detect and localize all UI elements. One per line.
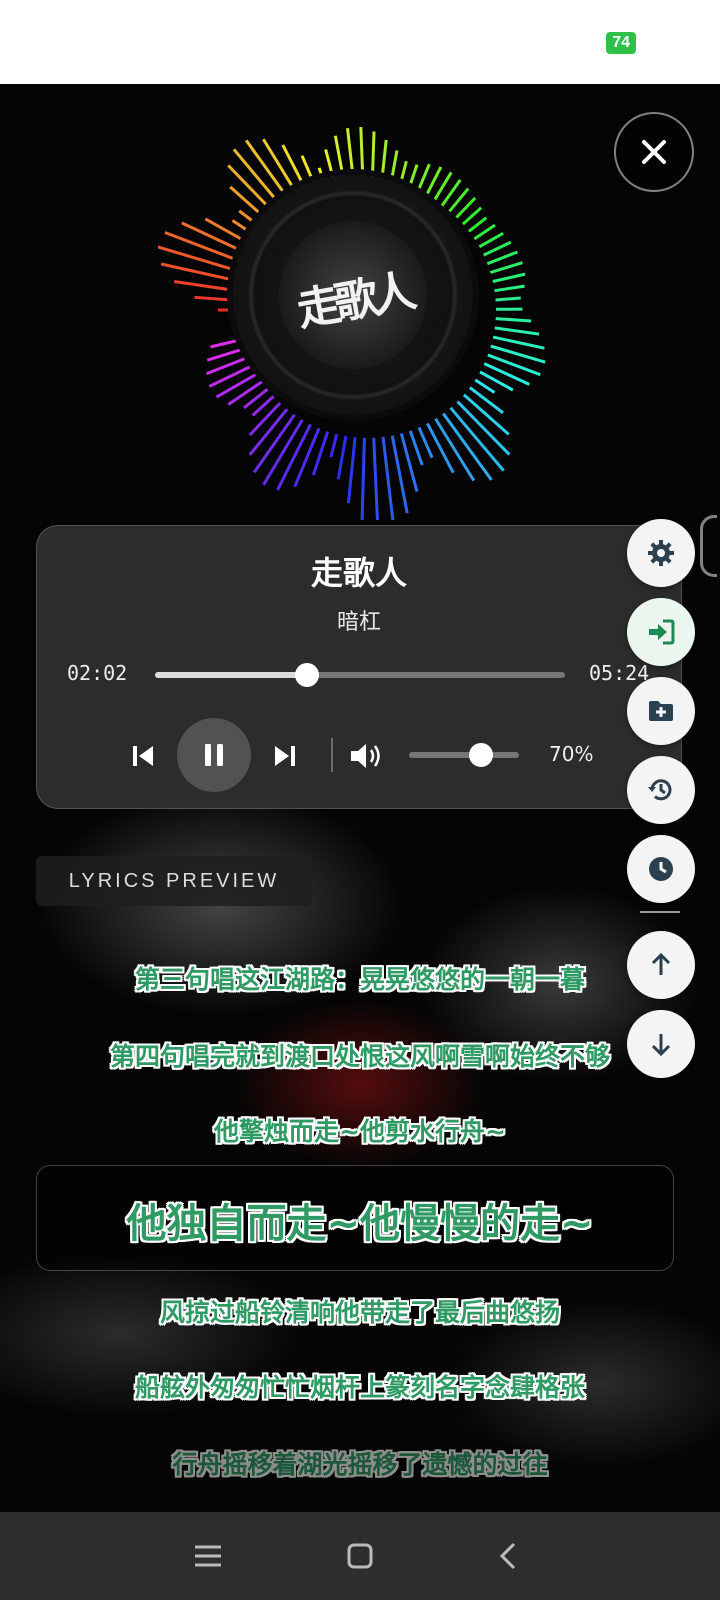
visualizer-bar xyxy=(417,426,434,459)
visualizer-bar xyxy=(486,250,519,266)
visualizer-bar xyxy=(408,430,424,466)
visualizer-bar xyxy=(489,261,523,274)
player-card: 走歌人 暗杠 02:02 05:24 70% xyxy=(36,525,682,809)
visualizer-bar xyxy=(360,437,366,520)
add-folder-button[interactable] xyxy=(627,677,695,745)
lyric-line[interactable]: 他擎烛而走~他剪水行舟~ xyxy=(0,1112,720,1148)
edge-handle[interactable] xyxy=(700,515,717,577)
visualizer-bar xyxy=(372,437,379,520)
song-title: 走歌人 xyxy=(310,554,407,592)
visualizer-bar xyxy=(210,337,244,349)
progress-knob[interactable] xyxy=(294,663,319,687)
volume-knob[interactable] xyxy=(468,743,493,767)
volume-slider[interactable] xyxy=(409,743,519,767)
lyrics-preview-tag: LYRICS PREVIEW xyxy=(36,856,312,906)
visualizer-bar xyxy=(468,216,488,233)
visualizer-bar xyxy=(494,284,525,293)
pause-icon xyxy=(205,744,223,766)
visualizer-bar xyxy=(492,272,526,283)
previous-button[interactable] xyxy=(123,736,163,776)
total-time: 05:24 xyxy=(589,661,650,685)
visualizer-bar xyxy=(160,262,244,284)
nav-back-button[interactable] xyxy=(486,1534,530,1578)
status-bar: 74 xyxy=(0,0,720,84)
visualizer-bar xyxy=(492,335,545,350)
progress-bar[interactable] xyxy=(155,663,565,687)
album-art-text: 走歌人 xyxy=(293,266,415,337)
visualizer-bar xyxy=(473,223,496,241)
volume-icon xyxy=(351,744,380,768)
visualizer-bar xyxy=(389,150,399,185)
visualizer-bar xyxy=(495,317,532,323)
lyric-line[interactable]: 风掠过船铃清响他带走了最后曲悠扬 xyxy=(0,1293,720,1329)
visualizer-bar xyxy=(474,378,496,394)
visualizer-bar xyxy=(381,436,395,520)
visualizer-bar xyxy=(158,245,246,275)
skip-next-icon xyxy=(275,746,295,766)
settings-button[interactable] xyxy=(627,519,695,587)
visualizer-bar xyxy=(227,380,263,406)
skip-previous-icon xyxy=(133,746,153,766)
visualizer-bar xyxy=(370,131,376,183)
lyric-line-active[interactable]: 他独自而走~他慢慢的走~ xyxy=(0,1191,720,1249)
nav-menu-button[interactable] xyxy=(186,1534,230,1578)
volume-percent: 70% xyxy=(549,742,594,766)
visualizer-bar xyxy=(346,437,357,504)
visualizer-bar xyxy=(248,401,282,437)
pause-button[interactable] xyxy=(177,718,251,792)
visualizer-bar xyxy=(215,372,258,399)
home-square-icon xyxy=(347,1543,373,1569)
visualizer-bar xyxy=(398,160,408,187)
vinyl-disc: 走歌人 xyxy=(233,175,473,415)
song-artist: 暗杠 xyxy=(336,610,381,635)
lyric-line[interactable]: 船舷外匆匆忙忙烟杆上篆刻名字念肆格张 xyxy=(0,1368,720,1404)
volume-button[interactable] xyxy=(347,736,387,776)
visualizer-bar xyxy=(206,346,247,362)
controls-divider xyxy=(331,738,333,772)
visualizer-bar xyxy=(461,206,483,226)
visualizer-bar xyxy=(495,296,521,302)
sign-in-icon xyxy=(649,619,675,645)
history-icon xyxy=(648,779,672,801)
nav-home-button[interactable] xyxy=(338,1534,382,1578)
timer-button[interactable] xyxy=(627,835,695,903)
gear-icon xyxy=(648,540,674,566)
back-chevron-icon xyxy=(499,1542,516,1570)
history-button[interactable] xyxy=(627,756,695,824)
side-divider xyxy=(640,911,680,913)
menu-icon xyxy=(195,1545,221,1567)
visualizer-bar xyxy=(407,164,419,190)
album-art: 走歌人 xyxy=(279,221,427,369)
visualizer-bar xyxy=(336,435,348,480)
visualizer-bar xyxy=(293,427,321,488)
visualizer-bar xyxy=(329,433,339,458)
progress-fill xyxy=(155,672,307,678)
visualizer-bar xyxy=(173,280,242,293)
close-button[interactable] xyxy=(614,112,694,192)
visualizer-bar xyxy=(478,231,504,249)
login-button[interactable] xyxy=(627,598,695,666)
clock-icon xyxy=(649,857,673,881)
lyric-line[interactable]: 第三句唱这江湖路：晃晃悠悠的一朝一暮 xyxy=(0,960,720,996)
folder-plus-icon xyxy=(649,701,673,721)
close-icon xyxy=(642,140,666,164)
visualizer-bar xyxy=(380,139,388,183)
lyric-line[interactable]: 第四句唱完就到渡口处恨这风啊雪啊始终不够 xyxy=(0,1037,720,1073)
visualizer-bar xyxy=(359,126,365,183)
visualizer-bar xyxy=(468,386,504,415)
lyric-line[interactable]: 行舟摇移着湖光摇移了遗憾的过往 xyxy=(0,1445,720,1481)
visualizer-bar xyxy=(482,240,512,257)
current-time: 02:02 xyxy=(67,661,128,685)
visualizer-bar xyxy=(416,163,431,193)
battery-indicator: 74 xyxy=(606,32,636,54)
next-button[interactable] xyxy=(265,736,305,776)
system-nav-bar xyxy=(0,1512,720,1600)
visualizer-bar xyxy=(426,422,455,474)
visualizer-bar xyxy=(494,326,540,336)
